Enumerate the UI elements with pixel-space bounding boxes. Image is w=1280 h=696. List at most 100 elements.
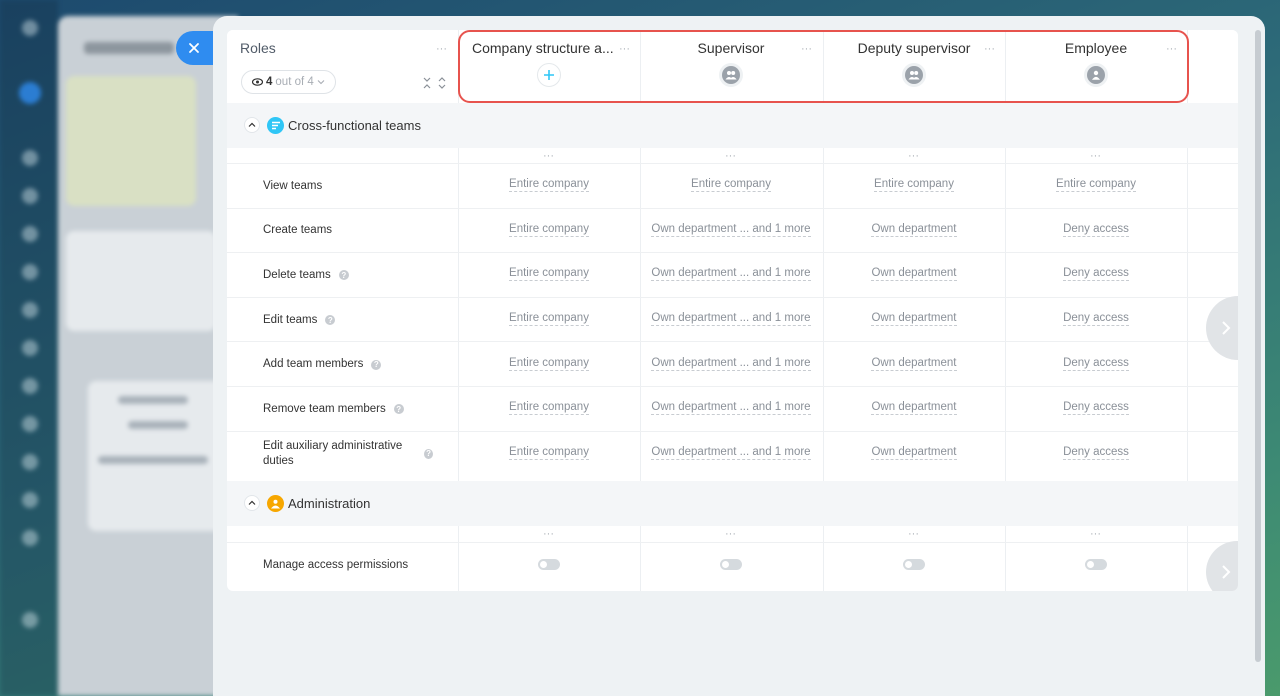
permission-label-text: View teams xyxy=(263,179,323,192)
help-icon[interactable]: ? xyxy=(325,315,336,326)
permission-value-cell[interactable]: Entire company xyxy=(458,178,640,193)
permission-value-cell[interactable]: Entire company xyxy=(458,445,640,460)
permission-toggle[interactable] xyxy=(720,559,742,570)
permission-value: Entire company xyxy=(509,445,589,460)
permission-value: Entire company xyxy=(509,401,589,416)
column-more-icon[interactable]: ··· xyxy=(801,44,812,55)
help-icon[interactable]: ? xyxy=(393,404,404,415)
collapse-all-icon[interactable] xyxy=(422,77,432,89)
permission-value: Own department xyxy=(871,312,957,327)
permission-label: Edit teams? xyxy=(263,298,433,343)
permission-value-cell[interactable]: Own department xyxy=(823,312,1005,327)
permission-value-cell[interactable]: Entire company xyxy=(458,356,640,371)
plus-icon[interactable] xyxy=(537,63,561,87)
permission-value: Own department xyxy=(871,356,957,371)
column-more-icon[interactable]: ··· xyxy=(543,529,554,540)
column-title: Employee xyxy=(1064,40,1128,56)
column-header-employee[interactable]: Employee ··· xyxy=(1005,30,1187,102)
permission-value: Own department xyxy=(871,222,957,237)
permission-value: Own department ... and 1 more xyxy=(651,356,811,371)
section-cross-functional-teams[interactable]: Cross-functional teams xyxy=(227,103,1238,148)
permission-value-cell[interactable]: Entire company xyxy=(823,178,1005,193)
permission-value-cell[interactable]: Own department xyxy=(823,222,1005,237)
access-permissions-slider: Roles ··· 4 out of 4 Company structure a… xyxy=(213,16,1265,696)
permission-label: Create teams xyxy=(263,209,433,254)
roles-more-icon[interactable]: ··· xyxy=(436,44,447,55)
permission-value-cell[interactable]: Own department ... and 1 more xyxy=(640,222,822,237)
permission-value-cell[interactable]: Deny access xyxy=(1005,356,1187,371)
eye-icon xyxy=(252,78,263,86)
column-title: Company structure a... xyxy=(472,40,614,56)
permission-value-cell[interactable]: Deny access xyxy=(1005,222,1187,237)
close-slider-button[interactable] xyxy=(176,31,216,65)
permission-value-cell[interactable]: Entire company xyxy=(458,222,640,237)
column-more-icon[interactable]: ··· xyxy=(984,44,995,55)
permission-value-cell[interactable]: Deny access xyxy=(1005,312,1187,327)
table-row: Manage access permissions xyxy=(227,542,1238,586)
help-icon[interactable]: ? xyxy=(338,270,349,281)
vertical-scrollbar[interactable] xyxy=(1255,30,1261,662)
roles-count-suffix: out of 4 xyxy=(275,76,314,88)
permission-value: Own department ... and 1 more xyxy=(651,312,811,327)
permission-toggle[interactable] xyxy=(903,559,925,570)
section-title: Cross-functional teams xyxy=(288,118,421,133)
column-more-icon[interactable]: ··· xyxy=(1166,44,1177,55)
column-more-icon[interactable]: ··· xyxy=(1090,529,1101,540)
column-more-icon[interactable]: ··· xyxy=(725,151,736,162)
help-icon[interactable]: ? xyxy=(424,448,433,459)
help-icon[interactable]: ? xyxy=(371,359,382,370)
permission-value-cell[interactable]: Entire company xyxy=(458,267,640,282)
column-title: Supervisor xyxy=(697,40,765,56)
table-row: View teams Entire company Entire company En… xyxy=(227,163,1238,208)
permission-value: Deny access xyxy=(1063,222,1129,237)
permission-value-cell[interactable]: Entire company xyxy=(458,401,640,416)
permission-value-cell[interactable]: Own department ... and 1 more xyxy=(640,356,822,371)
column-header-deputy-supervisor[interactable]: Deputy supervisor ··· xyxy=(823,30,1005,102)
permission-label: Remove team members? xyxy=(263,387,433,432)
expand-all-icon[interactable] xyxy=(437,77,447,89)
roles-label: Roles xyxy=(240,40,276,56)
permission-value-cell[interactable]: Own department xyxy=(823,356,1005,371)
user-icon xyxy=(1084,63,1108,87)
permission-value: Entire company xyxy=(509,312,589,327)
column-more-icon[interactable]: ··· xyxy=(725,529,736,540)
table-row: Delete teams? Entire company Own departmen… xyxy=(227,252,1238,297)
group-icon xyxy=(902,63,926,87)
column-more-icon[interactable]: ··· xyxy=(908,151,919,162)
permission-value-cell[interactable]: Own department ... and 1 more xyxy=(640,401,822,416)
chevron-down-icon xyxy=(317,80,325,85)
column-header-company-structure[interactable]: Company structure a... ··· xyxy=(458,30,640,102)
permission-value-cell[interactable]: Own department xyxy=(823,401,1005,416)
permission-label-text: Remove team members xyxy=(263,402,386,415)
permission-value-cell[interactable]: Deny access xyxy=(1005,445,1187,460)
chevron-up-icon[interactable] xyxy=(244,495,260,511)
permission-value-cell[interactable]: Deny access xyxy=(1005,267,1187,282)
background-sidebar xyxy=(0,0,58,696)
column-more-icon[interactable]: ··· xyxy=(619,44,630,55)
group-icon xyxy=(719,63,743,87)
column-more-icon[interactable]: ··· xyxy=(1090,151,1101,162)
column-more-icon[interactable]: ··· xyxy=(543,151,554,162)
permission-value-cell[interactable]: Own department xyxy=(823,267,1005,282)
chevron-up-icon[interactable] xyxy=(244,117,260,133)
permission-label-text: Add team members xyxy=(263,358,364,371)
permission-value-cell[interactable]: Entire company xyxy=(458,312,640,327)
table-row: Edit teams? Entire company Own department … xyxy=(227,296,1238,343)
permission-label-text: Edit auxiliary administrative duties xyxy=(263,439,403,467)
permission-value-cell[interactable]: Own department ... and 1 more xyxy=(640,267,822,282)
permission-toggle[interactable] xyxy=(538,559,560,570)
roles-counter-dropdown[interactable]: 4 out of 4 xyxy=(241,70,336,94)
roles-count: 4 xyxy=(266,76,273,88)
column-header-supervisor[interactable]: Supervisor ··· xyxy=(640,30,822,102)
permission-value-cell[interactable]: Own department ... and 1 more xyxy=(640,445,822,460)
section-administration[interactable]: Administration xyxy=(227,481,1238,526)
column-more-icon[interactable]: ··· xyxy=(908,529,919,540)
permission-value-cell[interactable]: Own department xyxy=(823,445,1005,460)
permission-value: Entire company xyxy=(691,178,771,193)
permission-value-cell[interactable]: Deny access xyxy=(1005,401,1187,416)
permission-toggle[interactable] xyxy=(1085,559,1107,570)
background-panel xyxy=(58,16,238,696)
permission-value-cell[interactable]: Entire company xyxy=(640,178,822,193)
permission-value-cell[interactable]: Own department ... and 1 more xyxy=(640,312,822,327)
permission-value-cell[interactable]: Entire company xyxy=(1005,178,1187,193)
